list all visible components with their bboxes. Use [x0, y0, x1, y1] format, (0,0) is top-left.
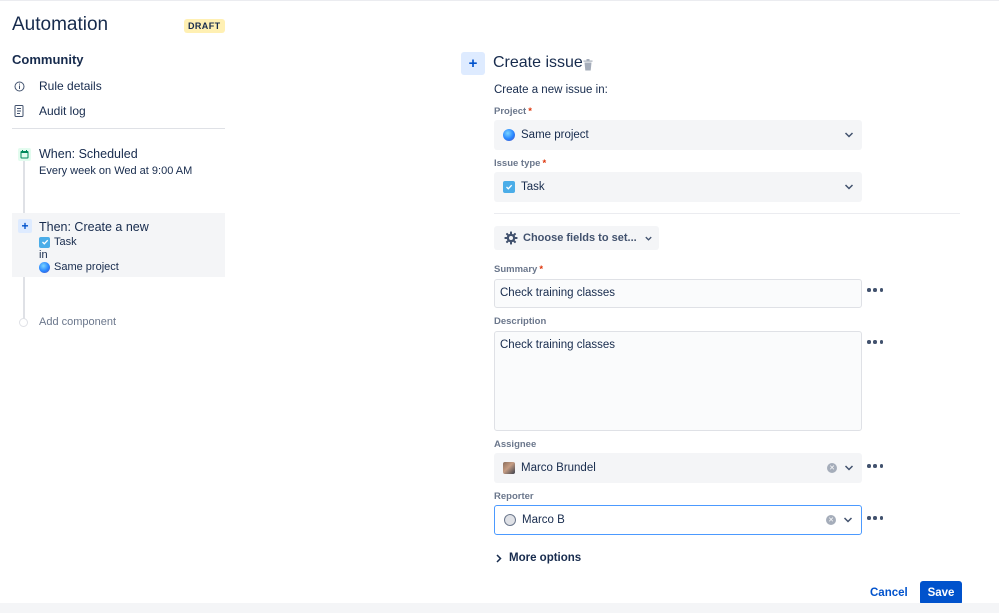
add-action-icon[interactable]: + [461, 52, 485, 75]
reporter-more-icon[interactable] [867, 514, 883, 522]
clear-icon[interactable]: ✕ [827, 463, 837, 473]
panel-title: Create issue [493, 54, 583, 71]
draft-status-badge: DRAFT [184, 19, 225, 33]
timeline-node-icon [19, 317, 28, 327]
save-button[interactable]: Save [920, 581, 962, 605]
description-textarea[interactable]: Check training classes [494, 331, 862, 431]
chevron-down-icon [843, 517, 853, 523]
info-icon [14, 79, 34, 93]
action-project: Same project [39, 261, 119, 273]
trigger-component[interactable]: When: Scheduled Every week on Wed at 9:0… [12, 142, 225, 186]
clear-icon[interactable]: ✕ [826, 515, 836, 525]
project-label-text: Project [494, 106, 527, 117]
description-label: Description [494, 316, 547, 327]
trash-icon[interactable] [583, 58, 593, 71]
summary-label-text: Summary [494, 264, 538, 275]
assignee-select-value: Marco Brundel [521, 462, 596, 474]
panel-intro: Create a new issue in: [494, 84, 608, 96]
issue-type-select[interactable]: Task [494, 172, 862, 202]
chevron-down-icon [644, 234, 653, 243]
chevron-down-icon [844, 132, 854, 138]
reporter-select[interactable]: Marco B ✕ [494, 505, 862, 535]
issue-type-label-text: Issue type [494, 158, 541, 169]
nav-audit-log-label: Audit log [39, 104, 86, 118]
task-checkbox-icon [39, 236, 50, 248]
summary-input[interactable]: Check training classes [494, 279, 862, 308]
reporter-label: Reporter [494, 491, 534, 502]
assignee-more-icon[interactable] [867, 462, 883, 470]
top-divider [0, 0, 999, 1]
trigger-schedule: Every week on Wed at 9:00 AM [39, 165, 193, 177]
choose-fields-label: Choose fields to set... [523, 232, 637, 244]
action-connector: in [39, 249, 48, 261]
issue-type-label: Issue type * [494, 158, 546, 169]
nav-rule-details[interactable]: Rule details [14, 76, 102, 96]
required-marker: * [528, 106, 532, 117]
chevron-right-icon [496, 553, 502, 563]
cancel-button[interactable]: Cancel [870, 581, 908, 605]
project-avatar-icon [39, 261, 50, 273]
summary-more-icon[interactable] [867, 286, 883, 294]
choose-fields-button[interactable]: Choose fields to set... [494, 226, 659, 250]
trigger-title: When: Scheduled [39, 147, 138, 161]
user-avatar [503, 462, 515, 474]
bottom-bar [0, 603, 999, 613]
app-title: Automation [12, 14, 109, 35]
plus-icon: + [18, 219, 32, 233]
chevron-down-icon [844, 184, 854, 190]
reporter-select-value: Marco B [522, 514, 565, 526]
required-marker: * [542, 158, 547, 169]
action-component[interactable]: + Then: Create a new Task in Same projec… [12, 213, 225, 277]
assignee-select[interactable]: Marco Brundel ✕ [494, 453, 862, 483]
issue-type-select-value: Task [521, 181, 545, 193]
more-options-toggle[interactable]: More options [496, 552, 581, 564]
gear-icon [504, 231, 518, 245]
document-icon [14, 104, 34, 118]
sidebar-separator [12, 128, 225, 129]
action-title: Then: Create a new [39, 220, 149, 234]
nav-rule-details-label: Rule details [39, 79, 102, 93]
user-placeholder-icon [504, 514, 516, 526]
description-more-icon[interactable] [867, 338, 883, 346]
project-select-value: Same project [521, 129, 589, 141]
rule-name: Community [12, 52, 84, 67]
section-divider [494, 213, 960, 214]
action-issue-type: Task [39, 236, 77, 248]
task-checkbox-icon [503, 181, 515, 193]
calendar-icon [18, 148, 31, 161]
assignee-label: Assignee [494, 439, 537, 450]
action-issue-type-label: Task [54, 236, 77, 248]
summary-label: Summary * [494, 264, 543, 275]
add-component-label: Add component [39, 316, 117, 328]
project-select[interactable]: Same project [494, 120, 862, 150]
add-component-button[interactable]: Add component [12, 314, 116, 330]
more-options-label: More options [509, 552, 582, 564]
chevron-down-icon [844, 465, 854, 471]
action-project-label: Same project [54, 261, 119, 273]
nav-audit-log[interactable]: Audit log [14, 101, 86, 121]
required-marker: * [539, 264, 544, 275]
project-avatar-icon [503, 129, 515, 141]
project-label: Project * [494, 106, 532, 117]
